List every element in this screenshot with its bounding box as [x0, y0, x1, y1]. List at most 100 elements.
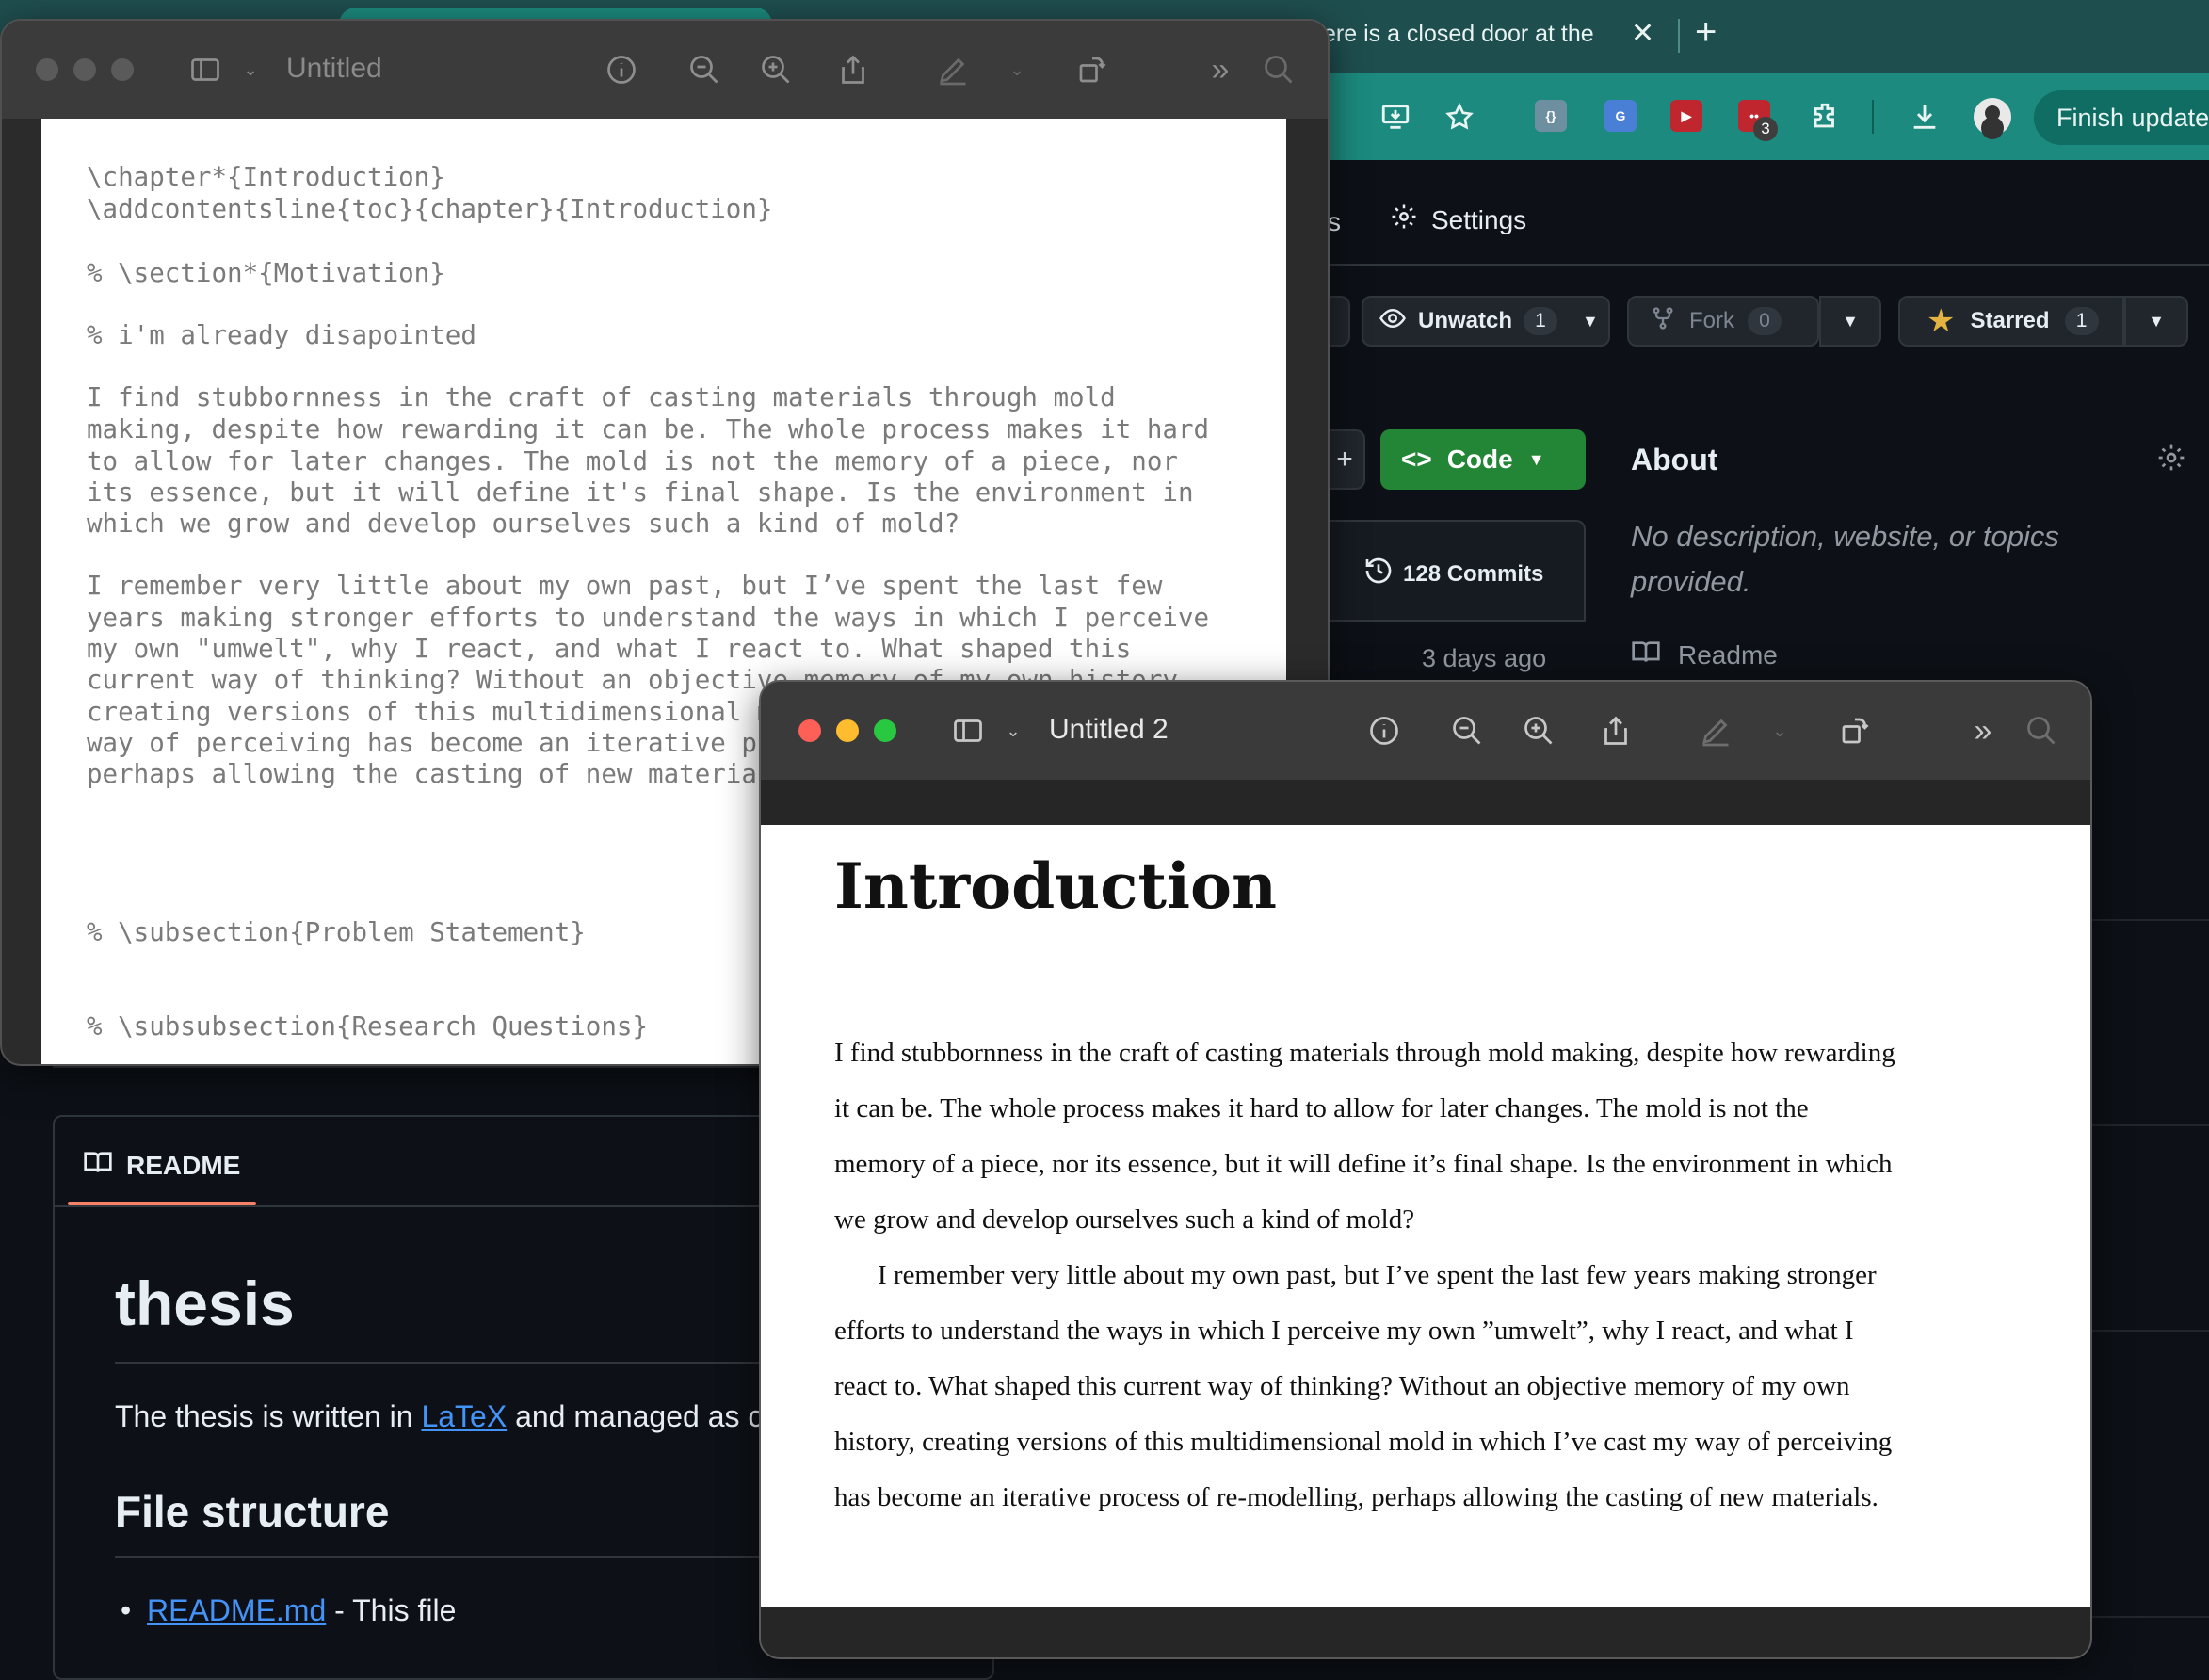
zoom-out-icon[interactable] [1448, 712, 1486, 750]
code-button[interactable]: <> Code ▼ [1380, 429, 1586, 490]
share-icon[interactable] [1597, 712, 1635, 750]
info-icon[interactable] [603, 51, 640, 89]
preview-toolbar-gap [761, 780, 2090, 825]
sidebar-toggle-icon[interactable] [186, 51, 224, 89]
code-line: % \section*{Motivation} [87, 258, 445, 288]
zoom-window-button[interactable] [111, 58, 134, 81]
pdf-text-line: we grow and develop ourselves such a kin… [834, 1204, 1415, 1235]
code-label: Code [1446, 444, 1513, 474]
code-line: \chapter*{Introduction} [87, 162, 445, 192]
code-line: perhaps allowing the casting of new mate… [87, 759, 804, 789]
about-heading: About [1631, 443, 1718, 477]
chevron-down-icon[interactable]: ⌄ [1761, 712, 1798, 750]
pdf-text-line: has become an iterative process of re-mo… [834, 1482, 1878, 1512]
history-icon [1363, 556, 1394, 592]
readme-paragraph-text: and managed as c [507, 1399, 764, 1433]
rotate-icon[interactable] [1836, 712, 1874, 750]
zoom-window-button[interactable] [874, 719, 896, 742]
close-tab-icon[interactable]: ✕ [1631, 17, 1654, 50]
unwatch-label: Unwatch [1418, 308, 1513, 333]
about-description-line: provided. [1631, 565, 1751, 598]
about-description-line: No description, website, or topics [1631, 520, 2059, 553]
translate-extension-icon[interactable]: G [1604, 100, 1637, 132]
latex-link[interactable]: LaTeX [421, 1399, 507, 1433]
book-icon [1631, 637, 1661, 673]
commits-link[interactable]: 128 Commits [1363, 556, 1543, 592]
profile-avatar[interactable] [1974, 98, 2011, 136]
extensions-puzzle-icon[interactable] [1806, 98, 1844, 136]
code-line: % i'm already disapointed [87, 320, 476, 350]
new-tab-icon[interactable]: + [1695, 11, 1717, 54]
readme-paragraph-text: The thesis is written in [115, 1399, 422, 1433]
repo-nav-partial[interactable]: s [1328, 207, 1341, 237]
eye-icon [1379, 304, 1407, 339]
video-extension-icon[interactable]: ▶ [1670, 100, 1702, 132]
bookmark-star-icon[interactable] [1441, 98, 1478, 136]
search-icon[interactable] [1260, 51, 1298, 89]
editor-titlebar[interactable]: ⌄ Untitled ⌄ » [2, 21, 1328, 121]
search-icon[interactable] [2023, 712, 2060, 750]
chevron-down-icon[interactable]: ⌄ [998, 51, 1036, 89]
watch-count: 1 [1524, 307, 1558, 335]
markup-pen-icon[interactable] [1697, 712, 1734, 750]
minimize-window-button[interactable] [73, 58, 96, 81]
tab-separator [1678, 19, 1680, 53]
code-line: its essence, but it will define it's fin… [87, 477, 1194, 508]
close-window-button[interactable] [36, 58, 58, 81]
code-line: I find stubbornness in the craft of cast… [87, 382, 1116, 412]
more-tools-icon[interactable]: » [1964, 712, 2002, 750]
info-icon[interactable] [1365, 712, 1403, 750]
fork-dropdown-button[interactable]: ▼ [1819, 296, 1881, 347]
pdf-text-line: history, creating versions of this multi… [834, 1427, 1893, 1457]
install-app-icon[interactable] [1377, 98, 1414, 136]
more-tools-icon[interactable]: » [1201, 51, 1239, 89]
fork-button[interactable]: Fork 0 [1627, 296, 1819, 347]
pin-button-partial[interactable] [1328, 296, 1350, 347]
preview-titlebar[interactable]: ⌄ Untitled 2 ⌄ » [761, 682, 2090, 780]
readme-link[interactable]: Readme [1631, 637, 1778, 673]
chevron-down-icon[interactable]: ⌄ [232, 51, 269, 89]
fork-count: 0 [1748, 307, 1782, 335]
pdf-heading: Introduction [834, 849, 1278, 923]
readme-tab[interactable]: README [83, 1147, 240, 1184]
readme-subheading: File structure [115, 1487, 390, 1536]
code-line: \addcontentsline{toc}{chapter}{Introduct… [87, 194, 773, 224]
gear-icon[interactable] [2156, 443, 2186, 481]
starred-label: Starred [1970, 308, 2050, 333]
close-window-button[interactable] [798, 719, 821, 742]
code-line: % \subsection{Problem Statement} [87, 917, 586, 947]
gear-icon [1390, 202, 1418, 237]
zoom-out-icon[interactable] [685, 51, 723, 89]
markup-pen-icon[interactable] [934, 51, 972, 89]
json-extension-icon[interactable]: {} [1535, 100, 1567, 132]
tab-title[interactable]: ere is a closed door at the [1323, 21, 1594, 48]
add-file-button[interactable]: + [1326, 429, 1365, 490]
fork-label: Fork [1689, 308, 1734, 333]
starred-button[interactable]: ★ Starred 1 [1898, 296, 2124, 347]
code-line: my own "umwelt", why I react, and what I… [87, 634, 1132, 664]
star-dropdown-button[interactable]: ▼ [2124, 296, 2188, 347]
star-count: 1 [2064, 307, 2099, 335]
chevron-down-icon: ▼ [1527, 449, 1545, 469]
minimize-window-button[interactable] [836, 719, 859, 742]
downloads-icon[interactable] [1906, 98, 1943, 136]
sidebar-toggle-icon[interactable] [949, 712, 987, 750]
readme-title: thesis [115, 1268, 295, 1338]
share-icon[interactable] [834, 51, 872, 89]
finish-update-button[interactable]: Finish update [2034, 90, 2209, 145]
zoom-in-icon[interactable] [1520, 712, 1557, 750]
star-filled-icon: ★ [1927, 303, 1956, 339]
commits-count: 128 Commits [1403, 560, 1544, 587]
unwatch-button[interactable]: Unwatch 1 ▼ [1362, 296, 1610, 347]
zoom-in-icon[interactable] [757, 51, 795, 89]
book-icon [83, 1147, 113, 1184]
rotate-icon[interactable] [1073, 51, 1111, 89]
list-item-text: - This file [326, 1593, 457, 1627]
readme-paragraph: The thesis is written in LaTeX and manag… [115, 1399, 763, 1434]
readme-file-link[interactable]: README.md [147, 1593, 326, 1627]
about-description: No description, website, or topics provi… [1631, 514, 2158, 605]
settings-label: Settings [1431, 204, 1527, 234]
repo-settings-tab[interactable]: Settings [1390, 202, 1526, 237]
chevron-down-icon[interactable]: ⌄ [994, 712, 1032, 750]
readme-tab-underline [68, 1202, 256, 1205]
